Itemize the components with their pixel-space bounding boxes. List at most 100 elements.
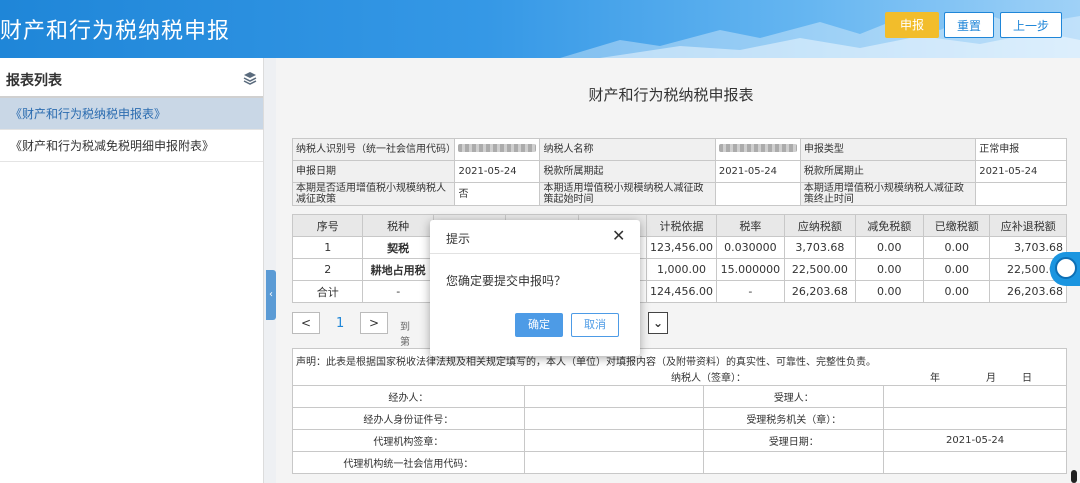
redacted-value: [718, 144, 797, 152]
redacted-value: [458, 144, 537, 152]
receive-date-label: 受理日期：: [703, 429, 885, 452]
app-title: 财产和行为税纳税申报: [0, 19, 231, 44]
month-label: 月: [986, 373, 996, 384]
tax-items-table: 序号 税种 计税依据 税率 应纳税额 减免税额 已缴税额 应补退税额 1 契税 …: [291, 214, 1067, 303]
dialog-message: 您确定要提交申报吗？: [446, 274, 567, 288]
agency-seal-label: 代理机构签章：: [292, 429, 525, 452]
year-label: 年: [930, 373, 940, 384]
column-header: 已缴税额: [923, 214, 991, 237]
sidebar-item-main-report[interactable]: 《财产和行为税纳税申报表》: [0, 98, 263, 130]
agency-code-label: 代理机构统一社会信用代码：: [292, 451, 525, 474]
handler-value: [523, 385, 705, 408]
submit-button[interactable]: 申报: [885, 12, 939, 38]
period-start-value: 2021-05-24: [714, 160, 801, 183]
receiver-office-label: 受理税务机关（章）：: [703, 407, 885, 430]
table-cell: 0.00: [923, 280, 991, 303]
goto-page-label: 到第: [400, 322, 410, 348]
table-row[interactable]: 1 契税 123,456.00 0.030000 3,703.68 0.00 0…: [291, 236, 1067, 259]
sidebar-header: 报表列表: [0, 58, 263, 98]
chevron-left-icon[interactable]: ‹: [266, 270, 276, 320]
dialog-header: 提示 ✕: [430, 220, 640, 254]
table-header-row: 序号 税种 计税依据 税率 应纳税额 减免税额 已缴税额 应补退税额: [291, 214, 1067, 237]
agency-seal-value: [523, 429, 705, 452]
table-cell: 0.00: [854, 280, 925, 303]
page-title: 财产和行为税纳税申报表: [588, 86, 754, 104]
taxpayer-id-value: [454, 138, 541, 161]
empty-cell: [703, 451, 885, 474]
column-header: 计税依据: [646, 214, 717, 237]
table-cell: 123,456.00: [646, 236, 717, 259]
customer-service-face: [1055, 257, 1077, 279]
customer-service-icon[interactable]: [1050, 252, 1080, 286]
policy-end-label: 本期适用增值税小规模纳税人减征政策终止时间: [799, 182, 977, 206]
declare-date-value: 2021-05-24: [454, 160, 541, 183]
table-cell: 1: [291, 236, 364, 259]
back-button[interactable]: 上一步: [1000, 12, 1062, 38]
small-scale-value: 否: [454, 182, 541, 206]
agency-code-value: [523, 451, 705, 474]
period-end-label: 税款所属期止: [799, 160, 977, 183]
table-cell: 契税: [362, 236, 434, 259]
current-page[interactable]: 1: [336, 316, 344, 331]
declare-type-label: 申报类型: [799, 138, 977, 161]
small-scale-label: 本期是否适用增值税小规模纳税人减征政策: [291, 182, 456, 206]
receiver-office-value: [883, 407, 1067, 430]
scrollbar-thumb[interactable]: [1071, 470, 1077, 483]
next-page-button[interactable]: >: [360, 312, 388, 334]
dialog-title: 提示: [446, 232, 471, 246]
taxpayer-id-label: 纳税人识别号（统一社会信用代码）: [291, 138, 456, 161]
cancel-button[interactable]: 取消: [571, 313, 619, 337]
table-cell: -: [715, 280, 786, 303]
taxpayer-name-label: 纳税人名称: [539, 138, 716, 161]
close-icon[interactable]: ✕: [612, 226, 625, 245]
table-cell: 0.00: [923, 258, 991, 281]
confirm-button[interactable]: 确定: [515, 313, 563, 337]
policy-start-value: [714, 182, 801, 206]
table-cell: -: [362, 280, 434, 303]
receiver-label: 受理人：: [703, 385, 885, 408]
layers-icon[interactable]: [243, 71, 257, 85]
policy-end-value: [975, 182, 1067, 206]
empty-cell: [883, 451, 1067, 474]
declaration-table: 声明：此表是根据国家税收法律法规及相关规定填写的，本人（单位）对填报内容（及附带…: [292, 348, 1067, 474]
table-cell: 22,500.00: [784, 258, 856, 281]
sidebar-item-exemption-report[interactable]: 《财产和行为税减免税明细申报附表》: [0, 130, 263, 162]
column-header: 减免税额: [854, 214, 925, 237]
column-header: 税率: [715, 214, 786, 237]
declare-type-value: 正常申报: [975, 138, 1067, 161]
declare-date-label: 申报日期: [291, 160, 456, 183]
app-header: 财产和行为税纳税申报 申报 重置 上一步: [0, 0, 1080, 58]
chevron-down-icon[interactable]: ⌄: [648, 312, 668, 334]
report-list-sidebar: 报表列表 《财产和行为税纳税申报表》 《财产和行为税减免税明细申报附表》: [0, 58, 264, 483]
table-total-row: 合计 - 124,456.00 - 26,203.68 0.00 0.00 26…: [291, 280, 1067, 303]
receive-date-value: 2021-05-24: [883, 429, 1067, 452]
signature-line: 纳税人（签章）： 年 月 日: [296, 369, 1063, 384]
handler-id-label: 经办人身份证件号：: [292, 407, 525, 430]
table-cell: 124,456.00: [646, 280, 717, 303]
column-header: 序号: [291, 214, 364, 237]
table-cell: 0.030000: [715, 236, 786, 259]
signature-label: 纳税人（签章）：: [671, 373, 746, 384]
reset-button[interactable]: 重置: [944, 12, 994, 38]
handler-label: 经办人：: [292, 385, 525, 408]
column-header: 税种: [362, 214, 434, 237]
table-cell: 2: [291, 258, 364, 281]
taxpayer-info-table: 纳税人识别号（统一社会信用代码） 纳税人名称 申报类型 正常申报 申报日期 20…: [291, 138, 1067, 206]
declaration-statement: 声明：此表是根据国家税收法律法规及相关规定填写的，本人（单位）对填报内容（及附带…: [296, 357, 876, 368]
main-content: 财产和行为税纳税申报表 纳税人识别号（统一社会信用代码） 纳税人名称 申报类型 …: [276, 58, 1080, 483]
table-cell: 26,203.68: [989, 280, 1067, 303]
receiver-value: [883, 385, 1067, 408]
policy-start-label: 本期适用增值税小规模纳税人减征政策起始时间: [539, 182, 716, 206]
table-cell: 26,203.68: [784, 280, 856, 303]
column-header: 应纳税额: [784, 214, 856, 237]
table-cell: 15.000000: [715, 258, 786, 281]
handler-id-value: [523, 407, 705, 430]
prev-page-button[interactable]: <: [292, 312, 320, 334]
declaration-cell: 声明：此表是根据国家税收法律法规及相关规定填写的，本人（单位）对填报内容（及附带…: [292, 348, 1067, 386]
column-header: 应补退税额: [989, 214, 1067, 237]
taxpayer-name-value: [714, 138, 801, 161]
period-end-value: 2021-05-24: [975, 160, 1067, 183]
period-start-label: 税款所属期起: [539, 160, 716, 183]
table-cell: 0.00: [854, 236, 925, 259]
table-row[interactable]: 2 耕地占用税 1,000.00 15.000000 22,500.00 0.0…: [291, 258, 1067, 281]
